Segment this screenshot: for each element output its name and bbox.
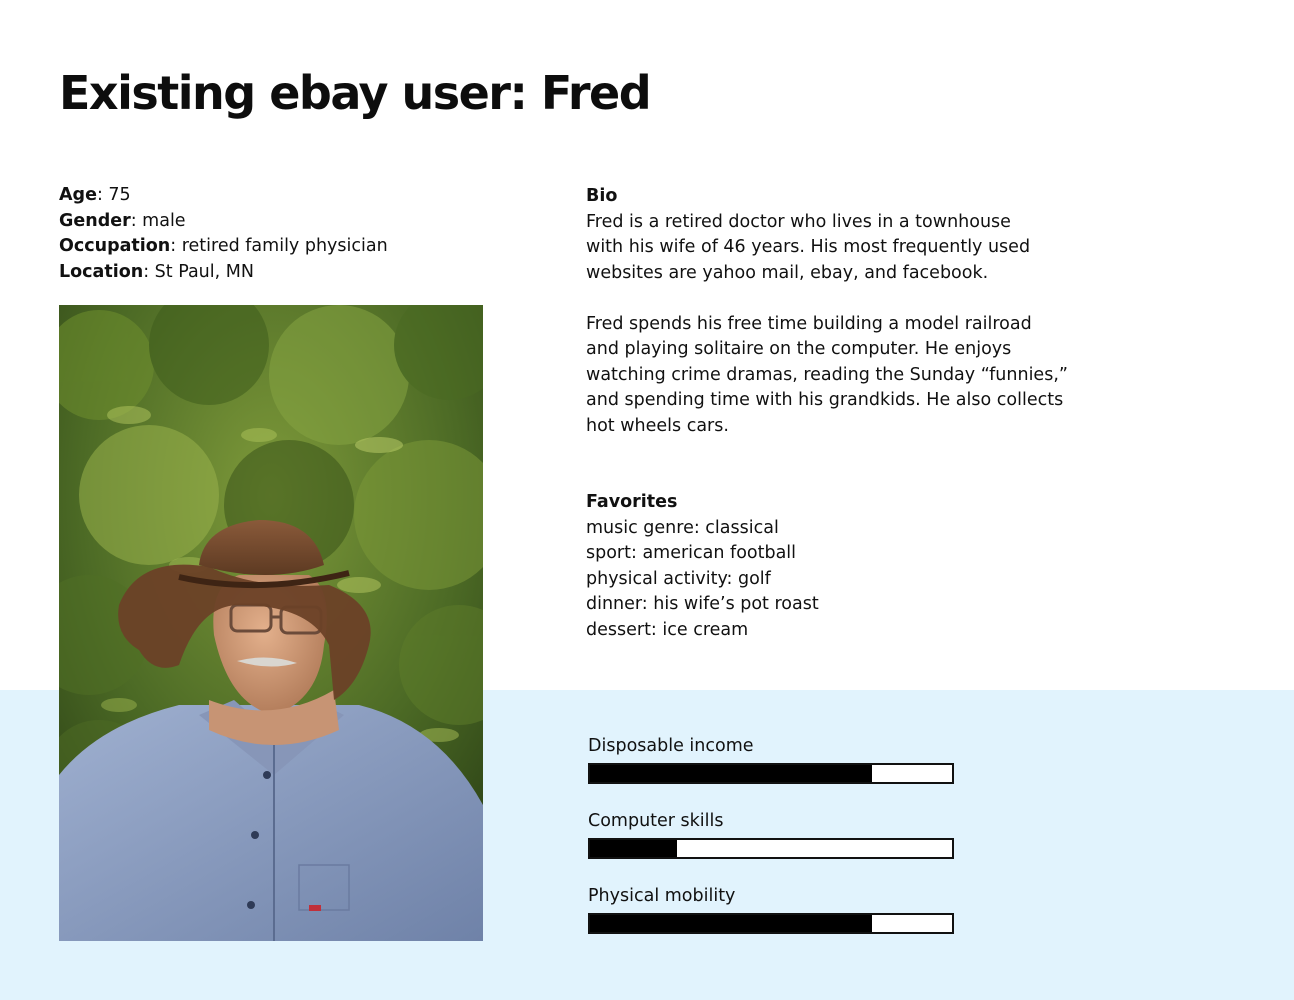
bio-line: Fred spends his free time building a mod… <box>586 313 1032 334</box>
meter-fill <box>590 765 873 782</box>
favorite-item: sport: american football <box>586 543 797 563</box>
bio-line: and playing solitaire on the computer. H… <box>586 339 1012 359</box>
fact-value: : male <box>130 210 186 231</box>
favorite-item: dinner: his wife’s pot roast <box>586 594 819 614</box>
meter-physical-mobility: Physical mobility <box>588 885 954 934</box>
fact-location: Location: St Paul, MN <box>59 260 388 286</box>
favorite-item: physical activity: golf <box>586 568 771 589</box>
bio-heading: Bio <box>586 186 618 206</box>
meter-track <box>588 763 954 784</box>
bio-line: and spending time with his grandkids. He… <box>586 390 1064 410</box>
meter-computer-skills: Computer skills <box>588 810 954 859</box>
fact-label: Location <box>59 261 144 282</box>
meter-fill <box>590 840 677 857</box>
meter-track <box>588 913 954 934</box>
favorites-heading: Favorites <box>586 492 678 512</box>
bio-section: Bio Fred is a retired doctor who lives i… <box>586 184 1068 439</box>
favorite-item: music genre: classical <box>586 517 779 538</box>
persona-facts: Age: 75 Gender: male Occupation: retired… <box>59 183 388 285</box>
fact-label: Age <box>59 185 97 205</box>
fact-value: : 75 <box>96 185 131 205</box>
meter-label: Disposable income <box>588 736 754 756</box>
fact-value: : St Paul, MN <box>143 261 254 282</box>
fact-gender: Gender: male <box>59 209 388 235</box>
meter-fill <box>590 915 873 932</box>
bio-line: websites are yahoo mail, ebay, and faceb… <box>586 262 989 283</box>
meter-disposable-income: Disposable income <box>588 735 954 784</box>
fact-occupation: Occupation: retired family physician <box>59 234 388 260</box>
fact-value: : retired family physician <box>170 236 388 256</box>
favorite-item: dessert: ice cream <box>586 619 749 640</box>
bio-line: hot wheels cars. <box>586 415 729 436</box>
bio-line: watching crime dramas, reading the Sunda… <box>586 364 1068 385</box>
page-title: Existing ebay user: Fred <box>59 66 652 120</box>
bio-line: Fred is a retired doctor who lives in a … <box>586 211 1011 232</box>
meter-label: Computer skills <box>588 811 724 831</box>
fact-label: Gender <box>59 210 131 231</box>
portrait-photo <box>59 305 483 941</box>
favorites-section: Favorites music genre: classical sport: … <box>586 490 819 643</box>
fact-label: Occupation <box>59 236 171 256</box>
meter-track <box>588 838 954 859</box>
bio-line: with his wife of 46 years. His most freq… <box>586 237 1031 257</box>
meter-label: Physical mobility <box>588 886 736 906</box>
fact-age: Age: 75 <box>59 183 388 209</box>
